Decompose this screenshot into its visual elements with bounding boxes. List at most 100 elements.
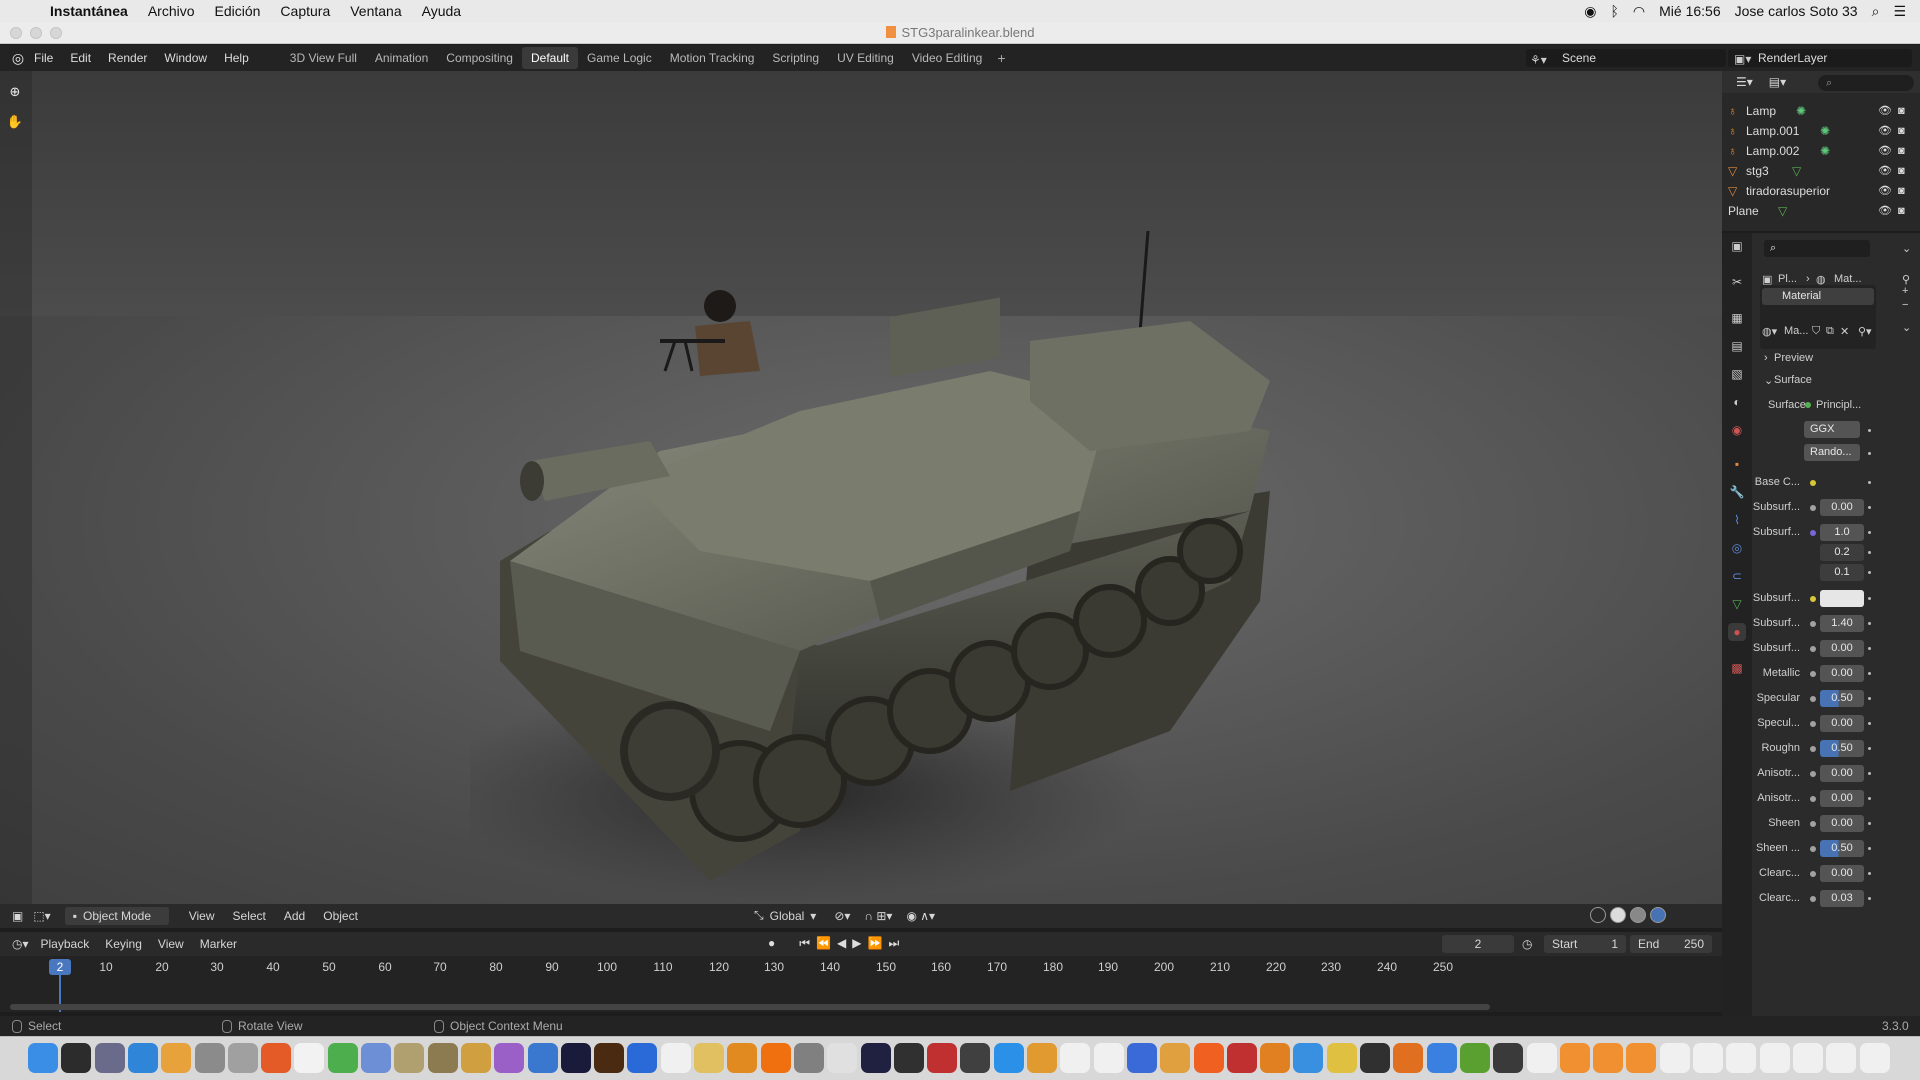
record-icon[interactable]: ● xyxy=(768,936,775,951)
keyframe-dot[interactable] xyxy=(1868,797,1871,800)
dock-photo-viewer-icon[interactable] xyxy=(194,1043,225,1073)
menu-keying[interactable]: Keying xyxy=(105,937,142,951)
keyframe-dot[interactable] xyxy=(1868,531,1871,534)
scene-tab-icon[interactable]: ◐ xyxy=(1728,393,1746,411)
render-tab-icon[interactable]: ▦ xyxy=(1728,309,1746,327)
field-value[interactable]: 0.1 xyxy=(1820,564,1864,581)
dock-firefox-icon[interactable] xyxy=(261,1043,292,1073)
tab-default[interactable]: Default xyxy=(521,47,579,69)
render-camera-icon[interactable]: ◙ xyxy=(1898,122,1905,140)
input-socket-icon[interactable] xyxy=(1810,646,1816,652)
object-tab-icon[interactable]: ▪ xyxy=(1728,455,1746,473)
field-value[interactable]: 0.2 xyxy=(1820,544,1864,561)
input-socket-icon[interactable] xyxy=(1810,530,1816,536)
tank-model[interactable] xyxy=(470,231,1290,904)
outliner-row-lamp-001[interactable]: ♁ Lamp.001 ✺ 👁 ◙ xyxy=(1722,122,1920,140)
keyframe-dot[interactable] xyxy=(1868,722,1871,725)
wifi-icon[interactable]: ◠ xyxy=(1633,3,1645,20)
dock-pdf-file-icon[interactable] xyxy=(1559,1043,1590,1073)
input-socket-icon[interactable] xyxy=(1810,480,1816,486)
breadcrumb-material[interactable]: Mat... xyxy=(1834,273,1862,285)
tab-motion-tracking[interactable]: Motion Tracking xyxy=(661,47,764,69)
field-value[interactable]: 0.00 xyxy=(1820,499,1864,516)
timeline-editor-icon[interactable]: ◷▾ xyxy=(12,937,29,951)
tab-video-editing[interactable]: Video Editing xyxy=(903,47,992,69)
menu-render[interactable]: Render xyxy=(108,51,147,65)
collapse-chevron-icon[interactable]: ⌄ xyxy=(1902,242,1911,255)
menu-edit[interactable]: Edit xyxy=(70,51,91,65)
keyframe-dot[interactable] xyxy=(1868,506,1871,509)
input-socket-icon[interactable] xyxy=(1810,821,1816,827)
input-socket-icon[interactable] xyxy=(1810,696,1816,702)
field-value[interactable]: 1.0 xyxy=(1820,524,1864,541)
start-frame-field[interactable]: Start 1 xyxy=(1544,935,1626,953)
next-keyframe-icon[interactable]: ⏩ xyxy=(867,936,882,951)
current-frame-field[interactable]: 2 xyxy=(1442,935,1514,953)
dock-trash-icon[interactable] xyxy=(1859,1043,1890,1073)
dock-doc-a-icon[interactable] xyxy=(1593,1043,1624,1073)
texture-tab-icon[interactable]: ▩ xyxy=(1728,659,1746,677)
data-tab-icon[interactable]: ▽ xyxy=(1728,595,1746,613)
light-data-icon[interactable]: ✺ xyxy=(1820,122,1830,140)
dock-doc-e-icon[interactable] xyxy=(1726,1043,1757,1073)
tool-tab-icon[interactable]: ✂ xyxy=(1728,273,1746,291)
input-socket-icon[interactable] xyxy=(1810,596,1816,602)
field-value[interactable]: 0.00 xyxy=(1820,865,1864,882)
keyframe-dot[interactable] xyxy=(1868,647,1871,650)
dock-doc-h-icon[interactable] xyxy=(1826,1043,1857,1073)
input-socket-icon[interactable] xyxy=(1810,796,1816,802)
material-shading-button[interactable] xyxy=(1630,907,1646,923)
distribution-dropdown[interactable]: GGX xyxy=(1804,421,1860,438)
dock-disk-utility-icon[interactable] xyxy=(793,1043,824,1073)
dock-blender-2-icon[interactable] xyxy=(1226,1043,1257,1073)
dock-world-b-icon[interactable] xyxy=(1526,1043,1557,1073)
properties-editor-icon[interactable]: ▣ xyxy=(1728,237,1746,255)
dock-vlc-icon[interactable] xyxy=(760,1043,791,1073)
scene-selector[interactable]: ⚘▾ Scene xyxy=(1526,49,1726,67)
dock-blender-icon[interactable] xyxy=(1193,1043,1224,1073)
keyframe-dot[interactable] xyxy=(1868,697,1871,700)
play-reverse-icon[interactable]: ◀ xyxy=(837,936,846,951)
dock-illustrator-icon[interactable] xyxy=(594,1043,625,1073)
surface-chevron-icon[interactable]: ⌄ xyxy=(1764,374,1773,387)
dock-rocket-icon[interactable] xyxy=(227,1043,258,1073)
keyframe-dot[interactable] xyxy=(1868,897,1871,900)
outliner-row-tiradorasuperior[interactable]: ▽ tiradorasuperior 👁 ◙ xyxy=(1722,182,1920,200)
dock-steam-icon[interactable] xyxy=(1260,1043,1291,1073)
visibility-eye-icon[interactable]: 👁 xyxy=(1878,202,1892,220)
playhead-frame[interactable]: 2 xyxy=(49,959,71,975)
field-value[interactable]: 0.00 xyxy=(1820,640,1864,657)
world-tab-icon[interactable]: ◉ xyxy=(1728,421,1746,439)
end-frame-field[interactable]: End 250 xyxy=(1630,935,1712,953)
dock-siri-icon[interactable] xyxy=(94,1043,125,1073)
slot-menu-icon[interactable]: ⌄ xyxy=(1902,321,1911,334)
dock-game-c-icon[interactable] xyxy=(1126,1043,1157,1073)
keyframe-dot[interactable] xyxy=(1868,597,1871,600)
dock-game-icon[interactable] xyxy=(427,1043,458,1073)
light-data-icon[interactable]: ✺ xyxy=(1820,142,1830,160)
field-value[interactable]: 0.50 xyxy=(1820,840,1864,857)
dock-doc-b-icon[interactable] xyxy=(1626,1043,1657,1073)
dock-globe-icon[interactable] xyxy=(627,1043,658,1073)
render-camera-icon[interactable]: ◙ xyxy=(1898,162,1905,180)
tab-3d-view-full[interactable]: 3D View Full xyxy=(281,47,366,69)
mac-menu-archivo[interactable]: Archivo xyxy=(148,3,195,19)
dock-system-app-icon[interactable] xyxy=(960,1043,991,1073)
dock-app-d-icon[interactable] xyxy=(1160,1043,1191,1073)
minimize-window-button[interactable] xyxy=(30,27,42,39)
input-socket-icon[interactable] xyxy=(1810,846,1816,852)
jump-end-icon[interactable]: ⏭ xyxy=(888,936,899,951)
close-window-button[interactable] xyxy=(10,27,22,39)
keyframe-dot[interactable] xyxy=(1868,452,1871,455)
constraint-tab-icon[interactable]: ⊂ xyxy=(1728,567,1746,585)
pan-hand-icon[interactable]: ✋ xyxy=(4,111,26,133)
surface-shader-value[interactable]: Principl... xyxy=(1816,399,1861,411)
keyframe-dot[interactable] xyxy=(1868,551,1871,554)
add-workspace-button[interactable]: + xyxy=(997,50,1005,66)
duplicate-material-icon[interactable]: ⧉ xyxy=(1826,325,1834,338)
keyframe-dot[interactable] xyxy=(1868,822,1871,825)
dock-preview-icon[interactable] xyxy=(1326,1043,1357,1073)
dock-tank-game-icon[interactable] xyxy=(394,1043,425,1073)
dock-terminal-icon[interactable] xyxy=(61,1043,92,1073)
dock-vault-icon[interactable] xyxy=(460,1043,491,1073)
